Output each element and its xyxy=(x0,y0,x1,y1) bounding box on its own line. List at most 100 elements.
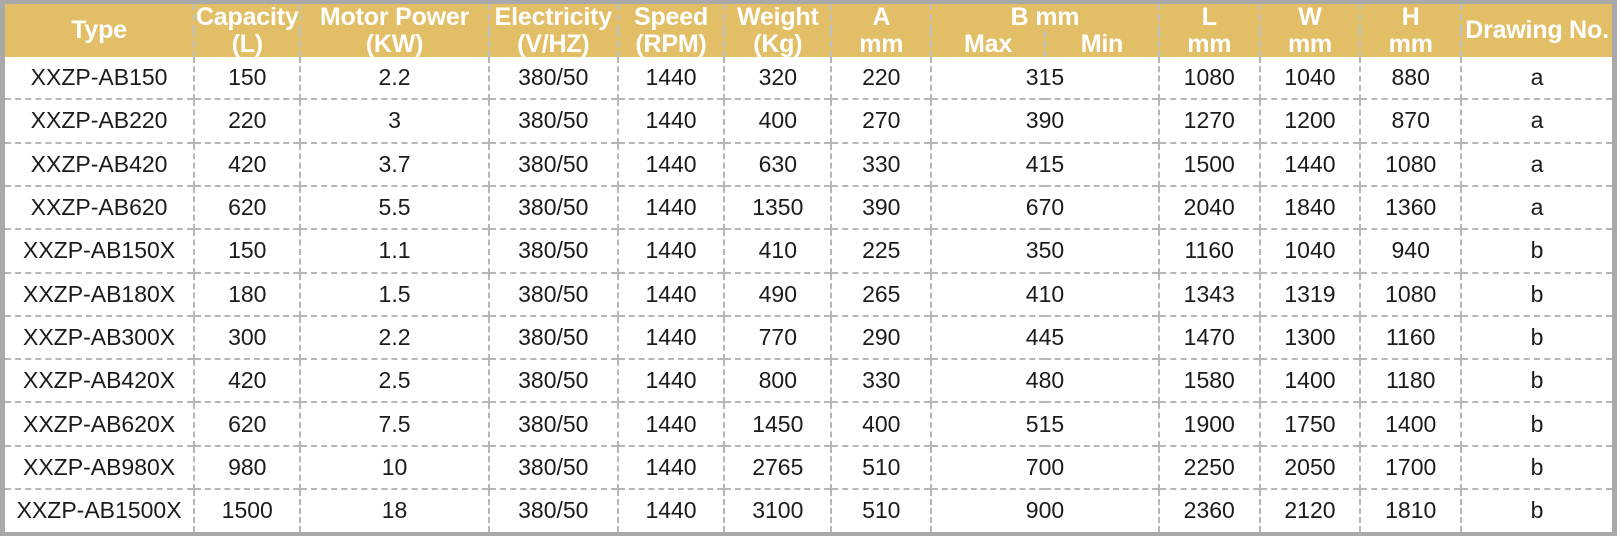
cell-capacity: 620 xyxy=(193,184,301,230)
cell-motor-power: 1.1 xyxy=(299,228,489,273)
cell-weight: 400 xyxy=(723,98,832,143)
cell-weight: 2765 xyxy=(723,444,832,490)
column-header-weight[interactable]: Weight (Kg) xyxy=(723,2,832,57)
cell-drawing-no: b xyxy=(1460,401,1615,446)
column-header-a-unit: mm xyxy=(859,29,904,58)
column-header-h[interactable]: H mm xyxy=(1359,2,1462,57)
column-header-b-max-label: Max xyxy=(964,29,1013,58)
cell-speed: 1440 xyxy=(616,444,725,490)
cell-l: 2040 xyxy=(1157,184,1260,230)
cell-electricity: 380/50 xyxy=(487,228,618,273)
column-header-b-min[interactable]: Min xyxy=(1043,30,1159,57)
column-header-h-stack: H mm xyxy=(1361,4,1460,57)
column-header-drawing-no-label: Drawing No. xyxy=(1465,16,1609,45)
cell-l: 1580 xyxy=(1157,358,1260,403)
cell-weight: 800 xyxy=(723,358,832,403)
cell-a: 390 xyxy=(830,184,932,230)
cell-a: 510 xyxy=(830,444,932,490)
cell-speed: 1440 xyxy=(616,228,725,273)
cell-l: 2360 xyxy=(1157,488,1260,534)
cell-a: 225 xyxy=(830,228,932,273)
column-header-type[interactable]: Type xyxy=(2,2,195,57)
column-header-l-stack: L mm xyxy=(1160,4,1259,57)
table-header: Type Capacity (L) Motor Power (KW) Elect… xyxy=(2,2,1615,58)
column-header-w-label: W xyxy=(1298,3,1322,31)
cell-type: XXZP-AB150 xyxy=(2,57,195,100)
cell-b: 390 xyxy=(930,98,1159,143)
table-row: XXZP-AB150X 150 1.1 380/50 1440 410 225 350 1160… xyxy=(2,228,1615,273)
cell-h: 1160 xyxy=(1359,314,1462,360)
cell-motor-power: 3 xyxy=(299,98,489,143)
column-header-weight-stack: Weight (Kg) xyxy=(725,4,830,57)
cell-speed: 1440 xyxy=(616,141,725,186)
cell-type: XXZP-AB620 xyxy=(2,184,195,230)
header-row-primary: Type Capacity (L) Motor Power (KW) Elect… xyxy=(2,2,1615,57)
cell-b: 415 xyxy=(930,141,1159,186)
cell-weight: 630 xyxy=(723,141,832,186)
cell-l: 1500 xyxy=(1157,141,1260,186)
column-header-w-unit: mm xyxy=(1287,29,1332,58)
column-header-b-max[interactable]: Max xyxy=(930,29,1045,58)
column-header-drawing-no[interactable]: Drawing No. xyxy=(1460,2,1615,57)
cell-capacity: 180 xyxy=(193,271,301,316)
cell-weight: 1350 xyxy=(723,184,832,230)
cell-l: 1470 xyxy=(1157,314,1260,360)
column-header-b-group[interactable]: B mm xyxy=(930,2,1159,31)
cell-drawing-no: b xyxy=(1460,488,1615,534)
column-header-type-label: Type xyxy=(71,16,127,45)
column-header-speed-unit: (RPM) xyxy=(635,29,707,58)
cell-w: 1300 xyxy=(1258,314,1361,360)
cell-a: 330 xyxy=(830,358,932,403)
cell-drawing-no: b xyxy=(1460,271,1615,316)
column-header-h-label: H xyxy=(1401,3,1420,31)
column-header-l-label: L xyxy=(1201,3,1217,31)
cell-capacity: 150 xyxy=(193,228,301,273)
cell-weight: 410 xyxy=(723,228,832,273)
cell-h: 870 xyxy=(1359,98,1462,143)
column-header-motor-power-unit: (KW) xyxy=(365,29,424,58)
column-header-speed-stack: Speed (RPM) xyxy=(619,4,723,57)
column-header-capacity[interactable]: Capacity (L) xyxy=(193,2,301,58)
cell-weight: 320 xyxy=(723,57,832,100)
cell-type: XXZP-AB420X xyxy=(2,358,195,403)
specification-table: Type Capacity (L) Motor Power (KW) Elect… xyxy=(0,0,1617,536)
cell-capacity: 150 xyxy=(193,57,301,100)
table-row: XXZP-AB1500X 1500 18 380/50 1440 3100 510 900 23… xyxy=(2,488,1615,534)
cell-electricity: 380/50 xyxy=(487,141,618,186)
cell-drawing-no: a xyxy=(1460,184,1615,230)
cell-w: 1750 xyxy=(1258,401,1361,446)
column-header-weight-label: Weight xyxy=(736,3,819,31)
cell-speed: 1440 xyxy=(616,271,725,316)
column-header-l[interactable]: L mm xyxy=(1157,2,1260,57)
column-header-speed[interactable]: Speed (RPM) xyxy=(616,2,725,57)
cell-motor-power: 5.5 xyxy=(299,184,489,230)
column-header-motor-power-label: Motor Power xyxy=(319,3,470,31)
cell-electricity: 380/50 xyxy=(487,57,618,100)
column-header-capacity-label: Capacity xyxy=(195,3,299,31)
column-header-w[interactable]: W mm xyxy=(1258,2,1361,57)
table-row: XXZP-AB180X 180 1.5 380/50 1440 490 265 410 1343… xyxy=(2,271,1615,316)
cell-h: 1080 xyxy=(1359,271,1462,316)
column-header-capacity-unit: (L) xyxy=(231,29,264,58)
column-header-w-stack: W mm xyxy=(1261,4,1360,57)
cell-b: 670 xyxy=(930,184,1159,230)
cell-h: 1080 xyxy=(1359,141,1462,186)
column-header-a[interactable]: A mm xyxy=(830,2,932,57)
cell-motor-power: 18 xyxy=(299,488,489,534)
cell-a: 290 xyxy=(830,314,932,360)
cell-b: 350 xyxy=(930,228,1159,273)
column-header-motor-power[interactable]: Motor Power (KW) xyxy=(299,2,489,58)
cell-a: 220 xyxy=(830,57,932,100)
cell-l: 2250 xyxy=(1157,444,1260,490)
cell-h: 1700 xyxy=(1359,444,1462,490)
column-header-electricity[interactable]: Electricity (V/HZ) xyxy=(487,2,618,57)
cell-w: 1319 xyxy=(1258,271,1361,316)
column-header-a-stack: A mm xyxy=(832,4,930,57)
cell-speed: 1440 xyxy=(616,184,725,230)
cell-w: 1840 xyxy=(1258,184,1361,230)
table-body: XXZP-AB150 150 2.2 380/50 1440 320 220 315 1080 1… xyxy=(2,57,1615,534)
cell-l: 1080 xyxy=(1157,57,1260,100)
cell-w: 1440 xyxy=(1258,141,1361,186)
cell-drawing-no: b xyxy=(1460,444,1615,490)
cell-motor-power: 7.5 xyxy=(299,401,489,446)
